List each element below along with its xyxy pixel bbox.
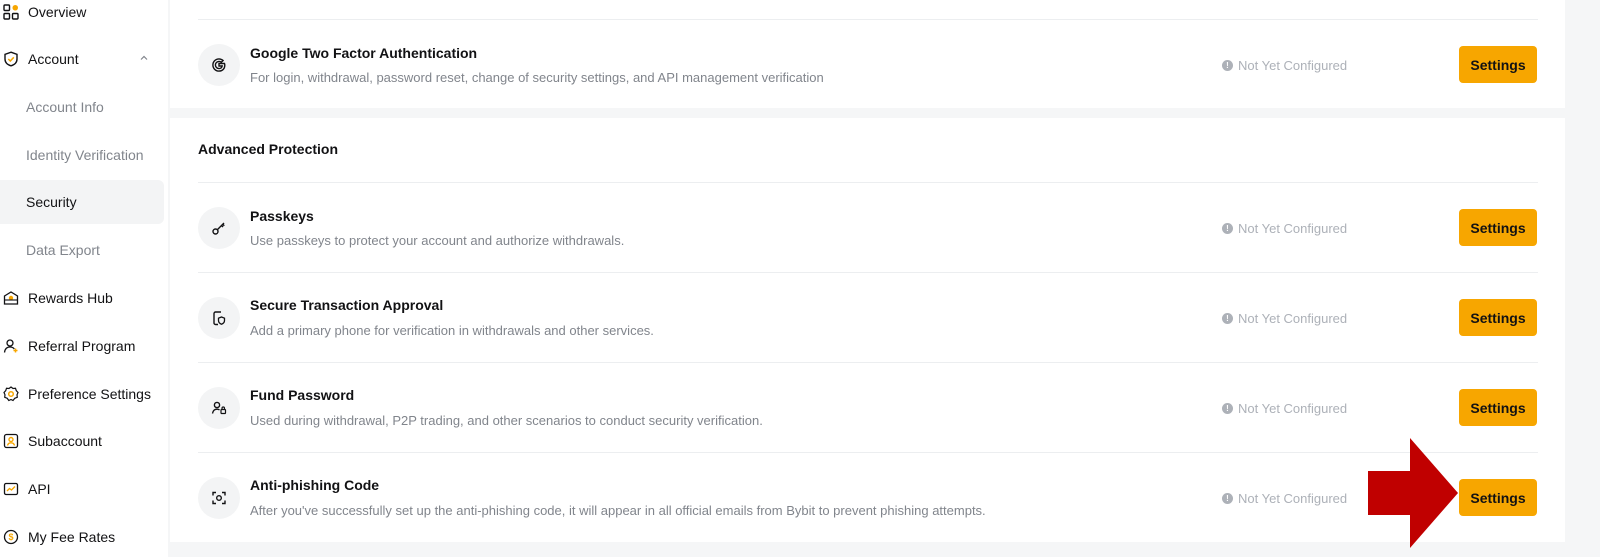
sidebar-item-label: My Fee Rates	[28, 529, 116, 545]
row-title: Google Two Factor Authentication	[250, 45, 478, 61]
sidebar-item-label: Account Info	[26, 99, 104, 115]
security-main: Google Two Factor Authentication For log…	[170, 0, 1565, 557]
row-description: Use passkeys to protect your account and…	[250, 233, 625, 248]
chevron-up-icon[interactable]	[138, 52, 150, 64]
row-description: Used during withdrawal, P2P trading, and…	[250, 413, 763, 428]
scan-icon	[198, 477, 240, 519]
fund-password-settings-button[interactable]: Settings	[1459, 389, 1537, 426]
sidebar-item-label: Rewards Hub	[28, 290, 113, 306]
svg-text:$: $	[8, 532, 13, 542]
sidebar-item-label: Subaccount	[28, 433, 102, 449]
sidebar-item-my-fee-rates[interactable]: $ My Fee Rates	[0, 515, 164, 557]
api-icon	[2, 480, 20, 498]
row-description: For login, withdrawal, password reset, c…	[250, 70, 824, 85]
anti-phishing-code-settings-button[interactable]: Settings	[1459, 479, 1537, 516]
sidebar-item-subaccount[interactable]: Subaccount	[0, 419, 164, 463]
overview-icon	[2, 3, 20, 21]
security-row-secure-transaction-approval: Secure Transaction Approval Add a primar…	[170, 273, 1565, 362]
sidebar-item-overview[interactable]: Overview	[0, 0, 164, 34]
settings-gear-icon	[2, 385, 20, 403]
passkeys-settings-button[interactable]: Settings	[1459, 209, 1537, 246]
sidebar: Overview Account Account Info Identity V…	[0, 0, 168, 557]
row-title: Secure Transaction Approval	[250, 297, 444, 313]
security-row-passkeys: Passkeys Use passkeys to protect your ac…	[170, 183, 1565, 272]
info-icon: !	[1222, 493, 1233, 504]
sidebar-item-rewards-hub[interactable]: Rewards Hub	[0, 276, 164, 320]
status-text: Not Yet Configured	[1238, 221, 1348, 236]
sidebar-item-label: Referral Program	[28, 338, 136, 354]
app: Overview Account Account Info Identity V…	[0, 0, 1600, 557]
status-text: Not Yet Configured	[1238, 58, 1348, 73]
account-shield-icon	[2, 50, 20, 68]
sidebar-item-identity-verification[interactable]: Identity Verification	[0, 133, 164, 177]
info-icon: !	[1222, 223, 1233, 234]
gift-icon	[2, 289, 20, 307]
status-badge: ! Not Yet Configured	[1222, 311, 1347, 326]
row-description: Add a primary phone for verification in …	[250, 323, 654, 338]
phone-shield-icon	[198, 297, 240, 339]
status-badge: ! Not Yet Configured	[1222, 221, 1347, 236]
security-row-google-2fa: Google Two Factor Authentication For log…	[170, 19, 1565, 108]
status-badge: ! Not Yet Configured	[1222, 491, 1347, 506]
sidebar-item-label: Overview	[28, 4, 87, 20]
user-lock-icon	[198, 387, 240, 429]
sidebar-item-label: Preference Settings	[28, 386, 151, 402]
row-description: After you've successfully set up the ant…	[250, 503, 986, 518]
status-badge: ! Not Yet Configured	[1222, 401, 1347, 416]
sidebar-item-account[interactable]: Account	[0, 37, 164, 81]
sidebar-item-referral-program[interactable]: Referral Program	[0, 324, 164, 368]
status-badge: ! Not Yet Configured	[1222, 58, 1347, 73]
security-row-fund-password: Fund Password Used during withdrawal, P2…	[170, 363, 1565, 452]
info-icon: !	[1222, 60, 1233, 71]
status-text: Not Yet Configured	[1238, 491, 1348, 506]
sidebar-item-security[interactable]: Security	[0, 180, 164, 224]
google-icon	[198, 44, 240, 86]
sidebar-item-label: Identity Verification	[26, 147, 144, 163]
sidebar-item-api[interactable]: API	[0, 467, 164, 511]
security-row-anti-phishing-code: Anti-phishing Code After you've successf…	[170, 453, 1565, 542]
status-text: Not Yet Configured	[1238, 401, 1348, 416]
basic-protection-card: Google Two Factor Authentication For log…	[170, 0, 1565, 108]
section-title: Advanced Protection	[198, 141, 339, 157]
advanced-protection-card: Advanced Protection Passkeys Use passkey…	[170, 118, 1565, 542]
sidebar-item-label: Security	[26, 194, 77, 210]
secure-transaction-approval-settings-button[interactable]: Settings	[1459, 299, 1537, 336]
red-arrow-annotation-icon	[1368, 438, 1458, 548]
subaccount-icon	[2, 432, 20, 450]
fee-coin-icon: $	[2, 528, 20, 546]
info-icon: !	[1222, 313, 1233, 324]
key-icon	[198, 207, 240, 249]
sidebar-item-data-export[interactable]: Data Export	[0, 228, 164, 272]
row-title: Anti-phishing Code	[250, 477, 380, 493]
sidebar-item-label: Account	[28, 51, 79, 67]
google-2fa-settings-button[interactable]: Settings	[1459, 46, 1537, 83]
referral-user-icon	[2, 337, 20, 355]
sidebar-item-label: Data Export	[26, 242, 100, 258]
row-title: Fund Password	[250, 387, 355, 403]
sidebar-item-preference-settings[interactable]: Preference Settings	[0, 372, 164, 416]
status-text: Not Yet Configured	[1238, 311, 1348, 326]
row-title: Passkeys	[250, 208, 314, 224]
sidebar-item-label: API	[28, 481, 51, 497]
sidebar-item-account-info[interactable]: Account Info	[0, 85, 164, 129]
info-icon: !	[1222, 403, 1233, 414]
